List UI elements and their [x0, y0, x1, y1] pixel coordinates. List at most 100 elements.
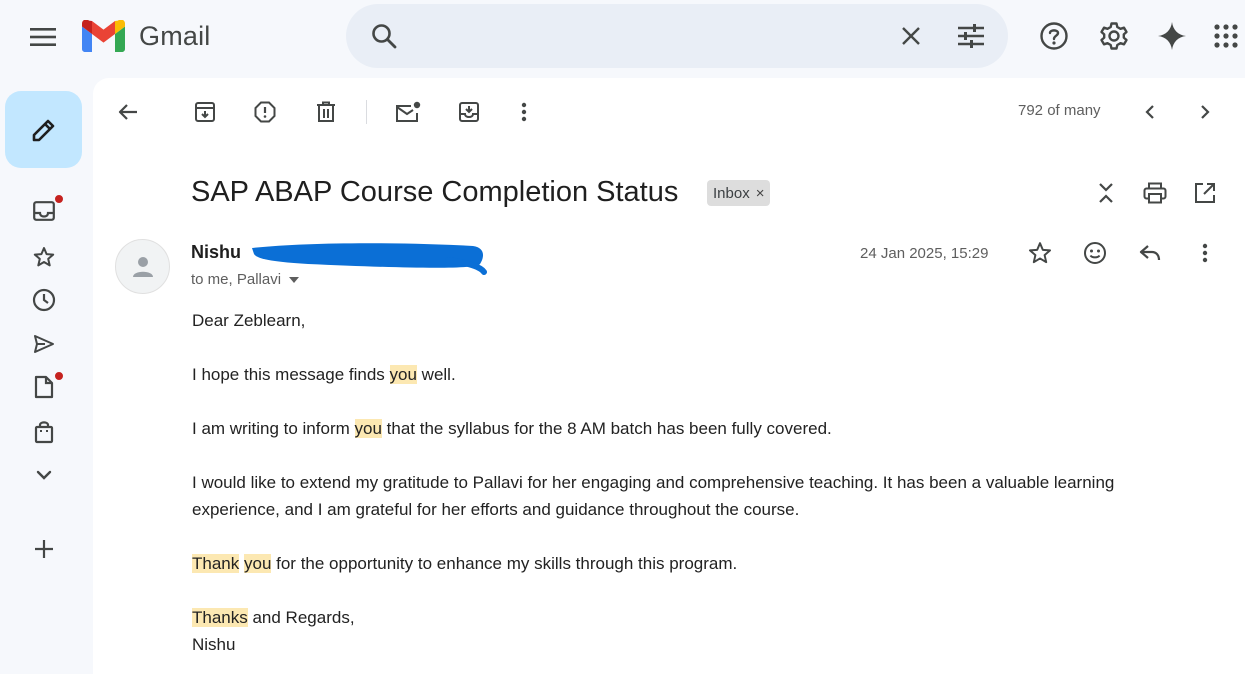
mark-unread-button[interactable]: [388, 92, 428, 132]
app-name: Gmail: [139, 20, 211, 51]
star-outline-icon: [1028, 242, 1052, 264]
closing: Thanks and Regards,: [192, 608, 355, 627]
archive-icon: [195, 102, 215, 122]
gear-icon: [1100, 22, 1128, 50]
trash-icon: [317, 101, 335, 122]
search-button[interactable]: [360, 12, 408, 60]
chevron-right-icon: [1201, 105, 1210, 119]
sender-avatar[interactable]: [115, 239, 170, 294]
mark-unread-icon: [396, 101, 421, 122]
nav-more[interactable]: [22, 457, 66, 493]
nav-drafts[interactable]: [22, 369, 66, 405]
settings-button[interactable]: [1090, 12, 1138, 60]
label-text: Inbox: [713, 184, 750, 202]
clock-icon: [32, 288, 56, 312]
draft-icon: [34, 375, 54, 399]
gemini-button[interactable]: [1148, 12, 1196, 60]
search-icon: [372, 24, 397, 49]
sender-name: Nishu: [191, 242, 242, 262]
nav-inbox[interactable]: [22, 193, 66, 229]
reply-button[interactable]: [1130, 233, 1170, 273]
more-vert-icon: [521, 102, 527, 122]
unfold-less-icon: [1099, 183, 1113, 203]
search-highlight: you: [389, 365, 417, 384]
close-icon: [902, 27, 920, 45]
search-highlight: you: [354, 419, 382, 438]
nav-sent[interactable]: [22, 326, 66, 362]
older-button[interactable]: [1185, 92, 1225, 132]
body-paragraph-4: Thank you for the opportunity to enhance…: [192, 554, 738, 573]
recipients-toggle[interactable]: to me, Pallavi: [191, 271, 300, 288]
message-counter: 792 of many: [1018, 102, 1101, 119]
create-label-button[interactable]: [22, 531, 66, 567]
shopping-bag-icon: [34, 421, 54, 444]
plus-icon: [35, 540, 53, 558]
top-bar: Gmail: [0, 0, 1245, 72]
report-spam-button[interactable]: [245, 92, 285, 132]
star-icon: [33, 247, 55, 267]
gmail-m-icon: [82, 20, 125, 52]
body-paragraph-2: I am writing to inform you that the syll…: [192, 419, 832, 438]
signature: Nishu: [192, 635, 236, 654]
arrow-back-icon: [118, 104, 137, 120]
open-in-new-icon: [1195, 183, 1215, 203]
unread-indicator: [54, 194, 64, 204]
message-more-button[interactable]: [1185, 233, 1225, 273]
star-button[interactable]: [1020, 233, 1060, 273]
back-button[interactable]: [108, 92, 148, 132]
move-to-icon: [459, 102, 479, 122]
move-to-button[interactable]: [449, 92, 489, 132]
nav-snoozed[interactable]: [22, 282, 66, 318]
reply-icon: [1139, 245, 1161, 261]
email-body: Dear Zeblearn, I hope this message finds…: [192, 307, 1192, 658]
search-options-button[interactable]: [947, 12, 995, 60]
caret-down-icon: [289, 276, 300, 283]
email-subject: SAP ABAP Course Completion Status: [191, 176, 679, 208]
main-menu-button[interactable]: [20, 14, 66, 60]
more-vert-icon: [1202, 243, 1208, 263]
clear-search-button[interactable]: [887, 12, 935, 60]
remove-label-button[interactable]: ×: [756, 185, 765, 202]
search-bar: [346, 4, 1008, 68]
newer-button[interactable]: [1130, 92, 1170, 132]
delete-button[interactable]: [306, 92, 346, 132]
help-icon: [1040, 22, 1068, 50]
unread-indicator: [54, 371, 64, 381]
greeting: Dear Zeblearn,: [192, 311, 306, 330]
message-view: 792 of many SAP ABAP Course Completion S…: [93, 78, 1245, 674]
search-highlight: you: [243, 554, 272, 573]
person-icon: [132, 256, 153, 277]
inbox-icon: [33, 201, 55, 221]
nav-purchases[interactable]: [22, 414, 66, 450]
message-date: 24 Jan 2025, 15:29: [860, 245, 989, 262]
body-paragraph-1: I hope this message finds you well.: [192, 365, 456, 384]
collapse-all-button[interactable]: [1086, 173, 1126, 213]
pencil-icon: [32, 119, 54, 141]
print-icon: [1143, 182, 1167, 204]
search-input[interactable]: [418, 20, 878, 52]
send-icon: [34, 335, 54, 353]
support-button[interactable]: [1030, 12, 1078, 60]
inbox-label-chip[interactable]: Inbox ×: [707, 180, 771, 206]
menu-icon: [30, 28, 56, 46]
gmail-logo[interactable]: Gmail: [82, 20, 211, 52]
add-reaction-button[interactable]: [1075, 233, 1115, 273]
compose-button[interactable]: [5, 91, 82, 168]
emoji-icon: [1084, 242, 1106, 264]
more-actions-button[interactable]: [504, 92, 544, 132]
apps-grid-icon: [1214, 24, 1238, 48]
chevron-left-icon: [1145, 105, 1154, 119]
body-paragraph-3: I would like to extend my gratitude to P…: [192, 473, 1115, 519]
search-highlight: Thank: [192, 554, 240, 573]
sparkle-icon: [1158, 22, 1186, 50]
report-icon: [254, 101, 276, 123]
open-new-window-button[interactable]: [1185, 173, 1225, 213]
toolbar-divider: [366, 100, 367, 124]
recipients-text: to me, Pallavi: [191, 271, 282, 288]
archive-button[interactable]: [185, 92, 225, 132]
chevron-down-icon: [36, 470, 52, 480]
print-button[interactable]: [1135, 173, 1175, 213]
google-apps-button[interactable]: [1204, 12, 1245, 60]
search-highlight: Thanks: [192, 608, 248, 627]
nav-starred[interactable]: [22, 239, 66, 275]
